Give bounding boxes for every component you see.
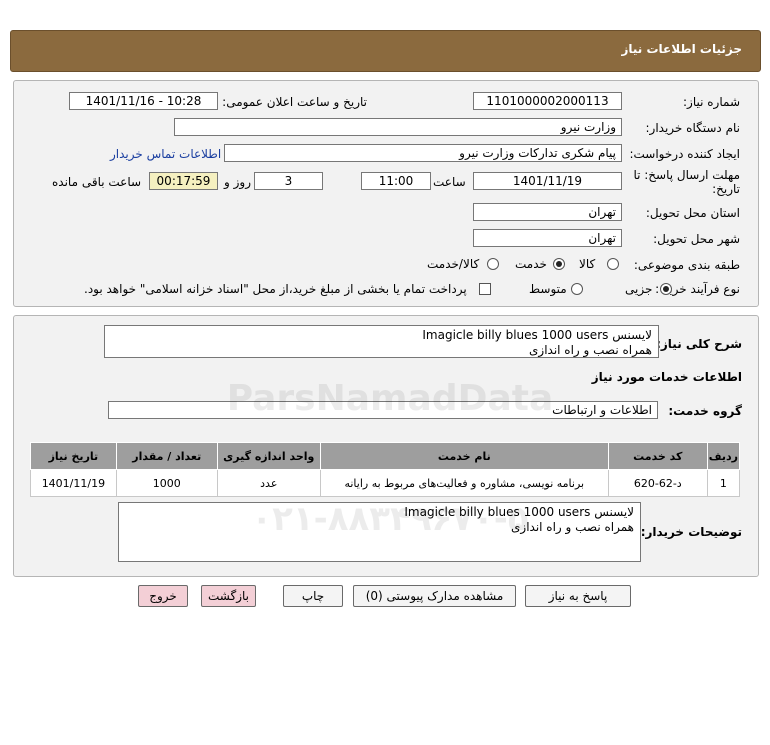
cell-unit: عدد [216, 469, 321, 497]
need-number-field: 1101000002000113 [473, 92, 622, 110]
creator-label: ایجاد کننده درخواست: [629, 147, 740, 161]
back-button[interactable]: بازگشت [201, 585, 256, 607]
table-row: 1 د-62-620 برنامه نویسی، مشاوره و فعالیت… [30, 469, 741, 497]
cell-service-code: د-62-620 [607, 469, 708, 497]
reply-button[interactable]: پاسخ به نیاز [525, 585, 631, 607]
view-attachments-button[interactable]: مشاهده مدارک پیوستی (0) [353, 585, 516, 607]
print-button[interactable]: چاپ [283, 585, 343, 607]
need-number-label: شماره نیاز: [683, 95, 740, 109]
time-remaining-label: ساعت باقی مانده [52, 175, 142, 189]
col-need-date: تاریخ نیاز [30, 442, 117, 470]
category-goods-service-label: کالا/خدمت [427, 257, 480, 271]
summary-label: شرح کلی نیاز: [656, 337, 742, 351]
buyer-org-field: وزارت نیرو [174, 118, 622, 136]
time-remaining-field: 00:17:59 [149, 172, 218, 190]
cell-quantity: 1000 [115, 469, 218, 497]
process-medium-label: متوسط [529, 282, 567, 296]
announce-datetime-field: 1401/11/16 - 10:28 [69, 92, 218, 110]
service-group-label: گروه خدمت: [668, 404, 742, 418]
services-heading: اطلاعات خدمات مورد نیاز [591, 370, 742, 384]
page-title: جزئیات اطلاعات نیاز [621, 42, 742, 56]
deadline-label-date: تاریخ: [712, 182, 740, 196]
cell-service-name: برنامه نویسی، مشاوره و فعالیت‌های مربوط … [319, 469, 609, 497]
col-service-code: کد خدمت [607, 442, 708, 470]
days-label: روز و [224, 175, 251, 189]
cell-need-date: 1401/11/19 [30, 469, 117, 497]
service-group-field: اطلاعات و ارتباطات [108, 401, 658, 419]
notes-line-1: لایسنس Imagicle billy blues 1000 users [404, 505, 634, 519]
header-bar: جزئیات اطلاعات نیاز [10, 30, 761, 72]
col-service-name: نام خدمت [319, 442, 609, 470]
category-goods-service-radio[interactable] [487, 258, 499, 270]
buyer-org-label: نام دستگاه خریدار: [645, 121, 741, 135]
category-service-label: خدمت [515, 257, 547, 271]
buyer-notes-textarea: لایسنس Imagicle billy blues 1000 users ه… [118, 502, 641, 562]
process-minor-radio[interactable] [660, 283, 672, 295]
creator-field: پیام شکری تدارکات وزارت نیرو [224, 144, 622, 162]
buyer-contact-link[interactable]: اطلاعات تماس خریدار [110, 147, 221, 161]
col-unit: واحد اندازه گیری [216, 442, 321, 470]
category-service-radio[interactable] [553, 258, 565, 270]
city-field: تهران [473, 229, 622, 247]
process-minor-label: جزیی [625, 282, 653, 296]
payment-note: پرداخت تمام یا بخشی از مبلغ خرید،از محل … [84, 282, 467, 296]
province-label: استان محل تحویل: [645, 206, 740, 220]
need-info-panel [13, 80, 759, 307]
buyer-notes-label: توضیحات خریدار: [640, 525, 742, 539]
exit-button[interactable]: خروج [138, 585, 188, 607]
days-remaining-field: 3 [254, 172, 323, 190]
deadline-date-field: 1401/11/19 [473, 172, 622, 190]
announce-label: تاریخ و ساعت اعلان عمومی: [222, 95, 367, 109]
col-row-number: ردیف [706, 442, 741, 470]
treasury-payment-checkbox[interactable] [479, 283, 491, 295]
cell-row-number: 1 [706, 469, 741, 497]
summary-textarea: لایسنس Imagicle billy blues 1000 users ه… [104, 325, 659, 358]
notes-line-2: همراه نصب و راه اندازی [511, 520, 634, 534]
city-label: شهر محل تحویل: [653, 232, 740, 246]
summary-line-1: لایسنس Imagicle billy blues 1000 users [422, 328, 652, 342]
table-header-row: ردیف کد خدمت نام خدمت واحد اندازه گیری ت… [30, 442, 741, 470]
province-field: تهران [473, 203, 622, 221]
col-quantity: تعداد / مقدار [115, 442, 218, 470]
process-medium-radio[interactable] [571, 283, 583, 295]
deadline-label: مهلت ارسال پاسخ: تا [633, 168, 740, 182]
deadline-time-label: ساعت [433, 175, 466, 189]
services-table: ردیف کد خدمت نام خدمت واحد اندازه گیری ت… [30, 442, 741, 497]
summary-line-2: همراه نصب و راه اندازی [529, 343, 652, 357]
deadline-time-field: 11:00 [361, 172, 431, 190]
category-goods-label: کالا [579, 257, 596, 271]
category-goods-radio[interactable] [607, 258, 619, 270]
category-label: طبقه بندی موضوعی: [633, 258, 740, 272]
